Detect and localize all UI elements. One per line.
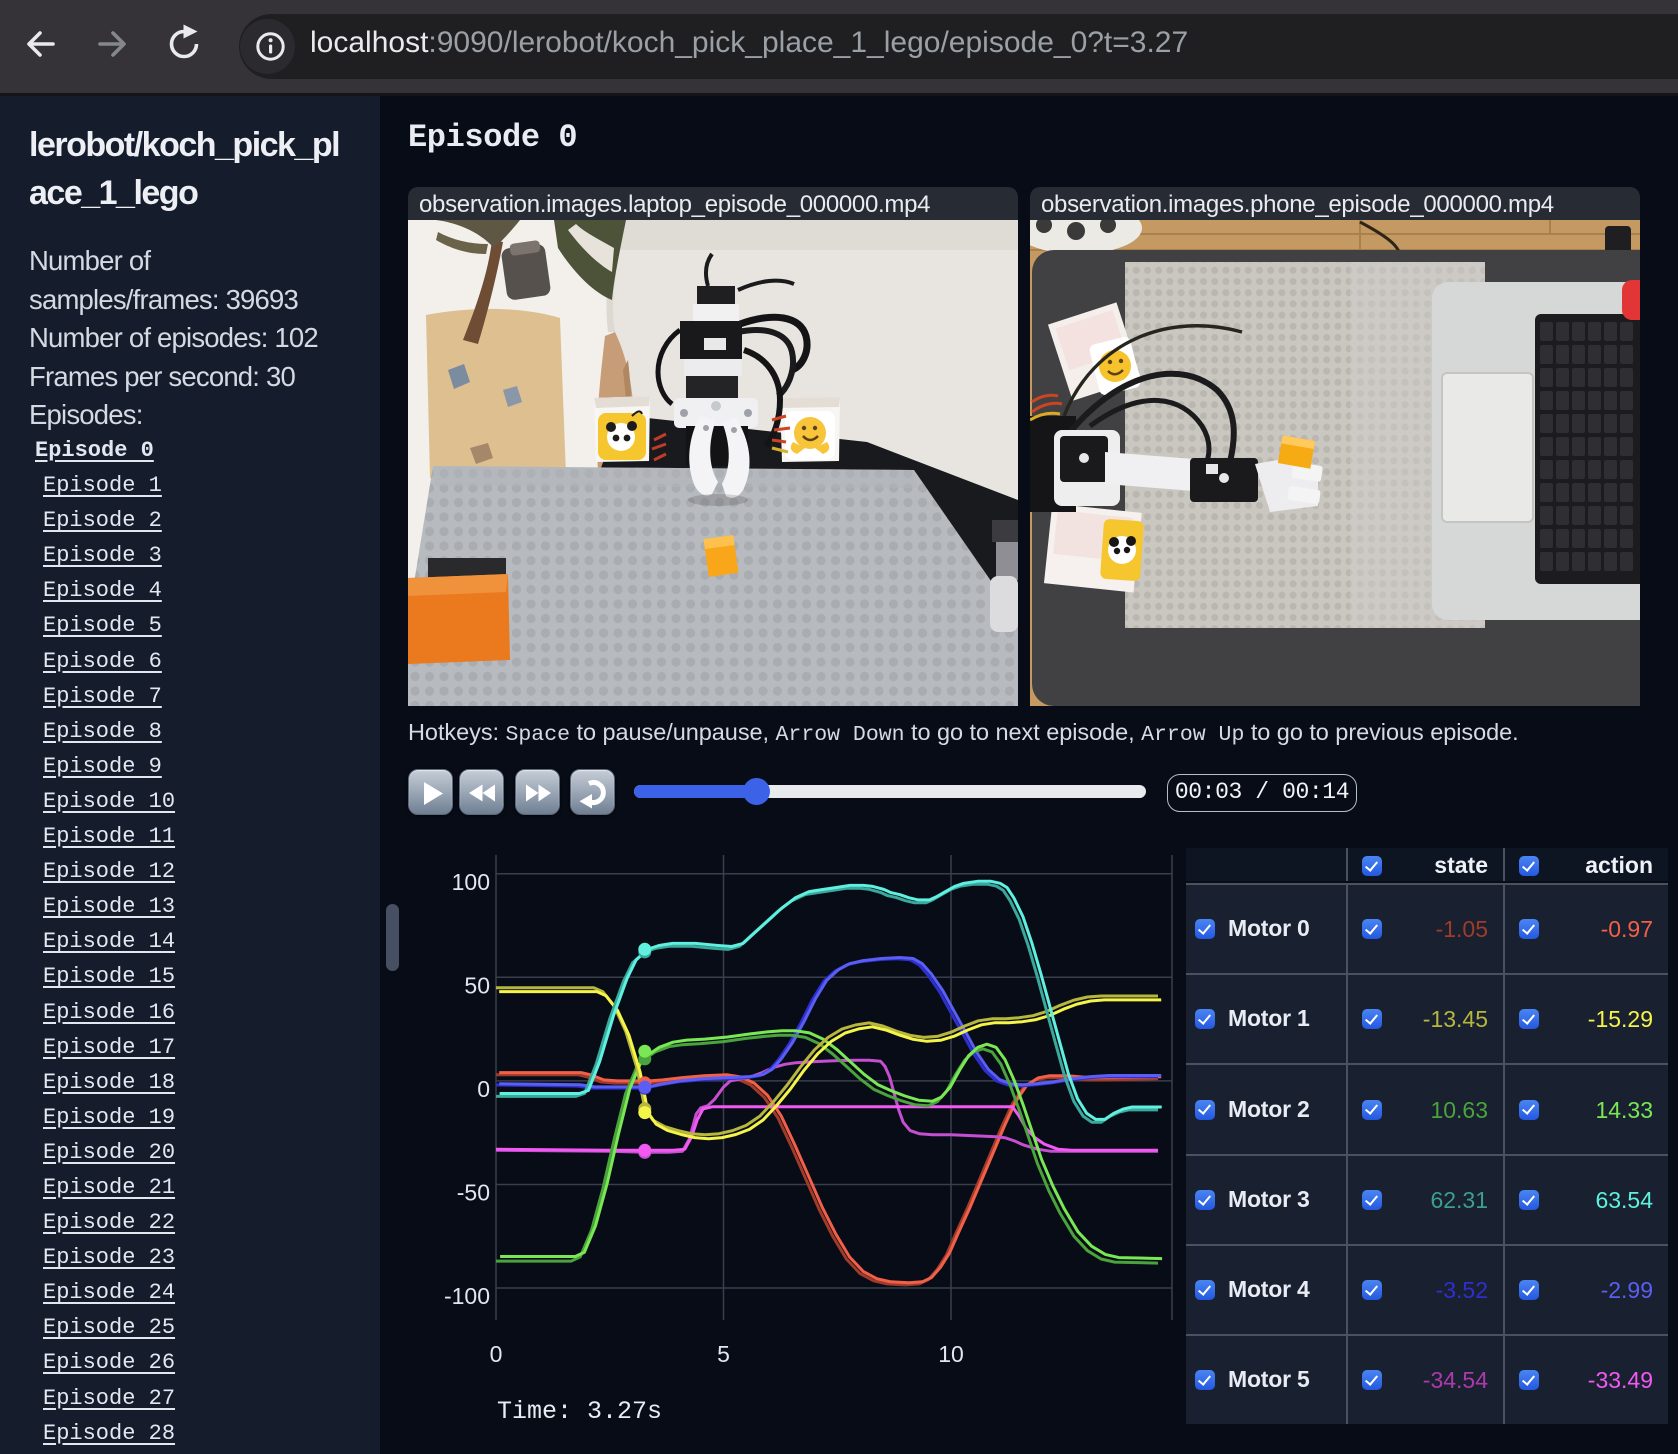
svg-text:50: 50 — [464, 972, 490, 998]
svg-text:0: 0 — [477, 1076, 490, 1102]
svg-text:-100: -100 — [444, 1283, 490, 1309]
svg-text:0: 0 — [490, 1341, 503, 1367]
svg-text:-50: -50 — [457, 1180, 490, 1206]
svg-text:5: 5 — [717, 1341, 730, 1367]
svg-text:10: 10 — [938, 1341, 964, 1367]
svg-text:100: 100 — [452, 869, 490, 895]
